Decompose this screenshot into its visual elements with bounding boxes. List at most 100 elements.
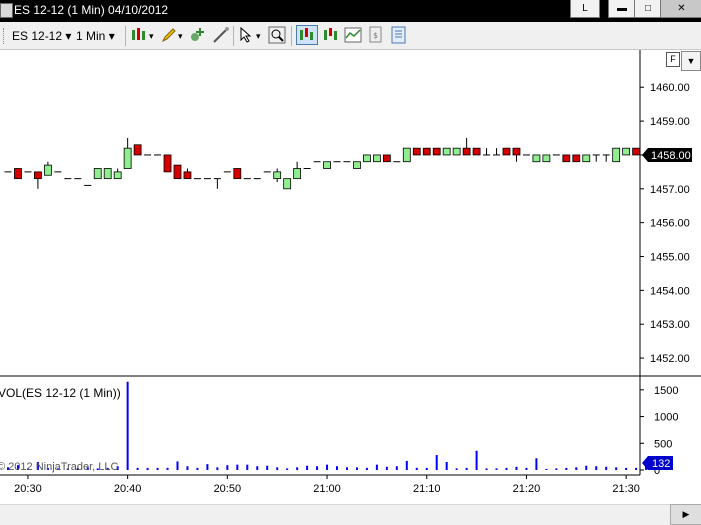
link-button[interactable]: L	[570, 0, 600, 18]
candle-body	[183, 171, 192, 180]
candle-body	[363, 154, 371, 163]
candle	[462, 138, 471, 156]
candle-body	[163, 154, 172, 173]
draw-pencil-icon[interactable]	[160, 26, 178, 44]
candle-body	[502, 147, 511, 156]
toolbar-grip[interactable]	[3, 28, 6, 44]
candle-body	[273, 171, 282, 180]
candle-body	[103, 168, 112, 180]
time-tick-label: 21:30	[612, 483, 640, 495]
candle-body	[532, 154, 541, 163]
time-tick-label: 21:20	[513, 483, 541, 495]
candle-body	[422, 147, 431, 156]
candle	[273, 168, 282, 183]
candle	[133, 144, 142, 156]
candle-body	[512, 147, 521, 156]
candle-body	[562, 154, 571, 163]
candle-body	[93, 168, 102, 180]
candle	[93, 168, 102, 180]
candle-body	[442, 147, 451, 156]
candle	[502, 147, 511, 156]
svg-text:$: $	[373, 31, 378, 40]
document-icon[interactable]: $	[366, 26, 384, 44]
toolbar: ES 12-12 ▾ 1 Min ▾ ▾ ▾ ▾ $	[0, 22, 701, 50]
time-tick-label: 20:40	[114, 483, 142, 495]
candle	[173, 164, 182, 180]
axes: 1460.00 1459.00 1458.00 1457.00 1456.00 1455.…	[0, 50, 701, 495]
candle	[372, 154, 381, 163]
candle-body	[34, 171, 42, 180]
add-indicator-icon[interactable]	[188, 26, 206, 44]
candle	[422, 147, 431, 156]
price-tick-label: 1455.00	[650, 252, 690, 264]
candle	[493, 148, 501, 156]
candle-body	[123, 147, 132, 169]
candle	[432, 147, 441, 156]
time-tick-label: 21:10	[413, 483, 441, 495]
last-volume-label: 132	[652, 458, 670, 470]
candle-body	[462, 147, 471, 156]
candle	[103, 168, 112, 180]
candle	[592, 154, 600, 162]
interval-label: 1 Min	[76, 29, 106, 43]
zoom-icon[interactable]	[268, 26, 286, 44]
candle-body	[432, 147, 441, 156]
scroll-right-button[interactable]: ▶	[670, 504, 701, 525]
data-box-icon[interactable]	[322, 26, 340, 44]
price-tick-label: 1453.00	[650, 319, 690, 331]
candle-body	[572, 154, 581, 163]
candle-body	[582, 154, 591, 163]
maximize-button[interactable]: □	[634, 0, 662, 18]
chart-trader-icon[interactable]	[296, 25, 318, 45]
minimize-button[interactable]: ▬	[608, 0, 636, 18]
candle	[632, 147, 641, 156]
candle	[472, 147, 481, 156]
price-tick-label: 1459.00	[650, 116, 690, 128]
candle	[34, 171, 42, 189]
candle	[163, 154, 172, 173]
price-tick-label: 1454.00	[650, 285, 690, 297]
candle	[183, 168, 192, 180]
properties-icon[interactable]	[390, 26, 408, 44]
candle	[512, 147, 521, 162]
crosshair-icon[interactable]	[212, 26, 230, 44]
time-tick-label: 20:30	[14, 483, 42, 495]
candle-body	[323, 161, 331, 169]
volume-panel: VOL(ES 12-12 (1 Min)) © 2012 NinjaTrader,…	[0, 381, 648, 473]
interval-selector[interactable]: 1 Min ▾	[76, 29, 115, 43]
chevron-down-icon[interactable]: ▾	[256, 31, 261, 42]
chart-area[interactable]: VOL(ES 12-12 (1 Min)) © 2012 NinjaTrader,…	[0, 50, 701, 504]
volume-tick-label: 1000	[654, 412, 678, 424]
candle-body	[113, 171, 122, 180]
chevron-down-icon[interactable]: ▾	[149, 31, 154, 42]
candle	[363, 154, 371, 163]
candle	[382, 154, 391, 163]
candle-body	[382, 154, 391, 163]
instrument-label: ES 12-12	[12, 29, 63, 43]
candle	[113, 168, 122, 180]
candle	[323, 161, 331, 169]
candle	[123, 138, 132, 169]
candle	[532, 154, 541, 163]
horizontal-scrollbar[interactable]	[0, 504, 701, 525]
last-price-label: 1458.00	[651, 150, 691, 162]
candle-body	[353, 161, 361, 169]
instrument-selector[interactable]: ES 12-12 ▾	[12, 29, 71, 43]
bars-type-icon[interactable]	[130, 26, 148, 44]
candle-body	[173, 164, 182, 180]
close-button[interactable]: ✕	[660, 0, 701, 18]
candle	[43, 161, 52, 176]
time-tick-label: 20:50	[214, 483, 242, 495]
candle-body	[43, 164, 52, 176]
strategies-icon[interactable]	[344, 26, 362, 44]
candle-body	[283, 178, 292, 190]
title-bar: ES 12-12 (1 Min) 04/10/2012 L ▬ □ ✕	[0, 0, 701, 22]
cursor-select-icon[interactable]	[238, 26, 256, 44]
price-tick-label: 1452.00	[650, 353, 690, 365]
candle-body	[372, 154, 381, 163]
chevron-down-icon[interactable]: ▾	[178, 31, 183, 42]
candle	[612, 147, 621, 163]
app-icon	[0, 3, 13, 18]
candle-body	[632, 147, 641, 156]
price-tick-label: 1456.00	[650, 218, 690, 230]
